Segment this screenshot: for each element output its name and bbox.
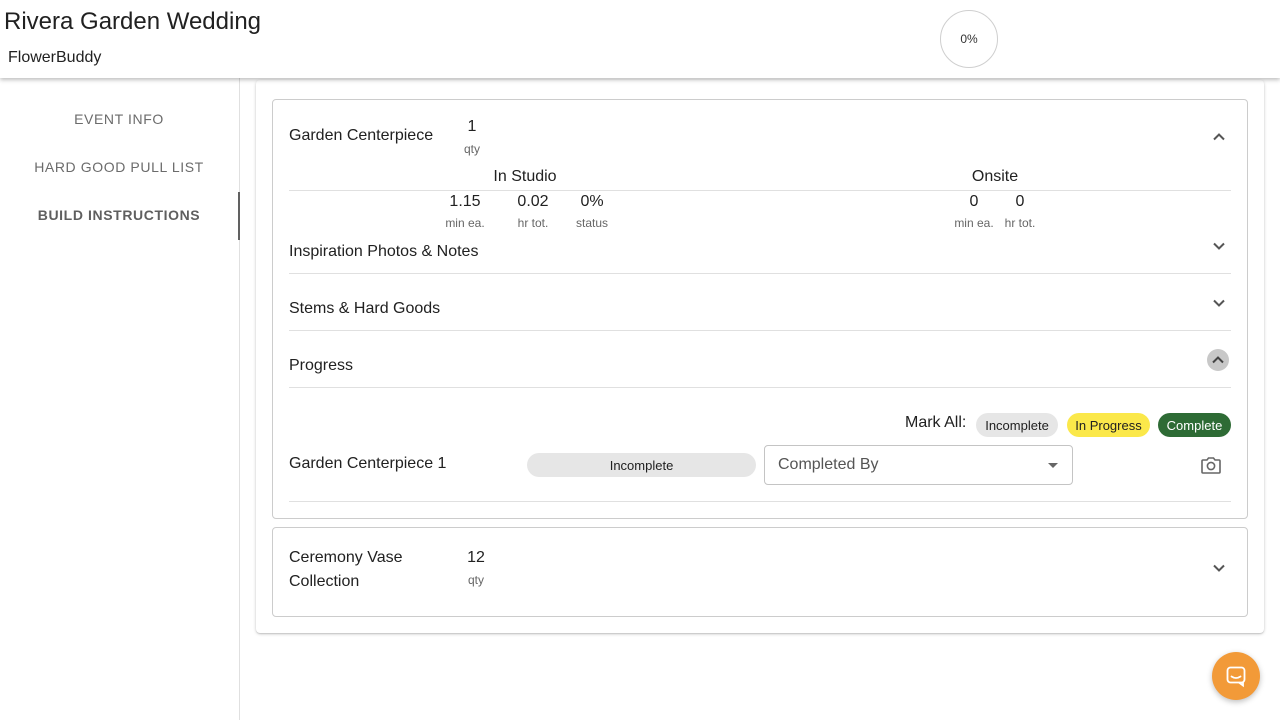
sidebar-item-build-instructions[interactable]: BUILD INSTRUCTIONS: [0, 191, 238, 239]
section-divider: [289, 330, 1231, 331]
progress-item-status-button[interactable]: Incomplete: [527, 453, 756, 477]
camera-icon[interactable]: [1199, 453, 1223, 477]
section-divider: [289, 387, 1231, 388]
chevron-down-icon: [1213, 299, 1225, 307]
overall-progress-value: 0%: [960, 32, 978, 46]
completed-by-placeholder: Completed By: [778, 456, 879, 473]
in-studio-hr-total: 0.02: [517, 193, 549, 210]
sidebar-item-hard-good-pull-list[interactable]: HARD GOOD PULL LIST: [0, 143, 238, 191]
arrangement-qty-label: qty: [463, 142, 480, 156]
chevron-down-icon: [1213, 564, 1225, 572]
chevron-up-icon: [1213, 133, 1225, 141]
chat-icon: [1226, 666, 1246, 688]
expand-arrangement-button[interactable]: [1208, 557, 1230, 579]
in-studio-min-each-label: min ea.: [445, 216, 485, 230]
onsite-min-each-label: min ea.: [954, 216, 994, 230]
section-inspiration-photos-notes[interactable]: Inspiration Photos & Notes: [289, 243, 478, 261]
section-divider: [289, 273, 1231, 274]
in-studio-min-each: 1.15: [449, 193, 481, 210]
chevron-down-icon: [1213, 242, 1225, 250]
collapse-arrangement-button[interactable]: [1208, 126, 1230, 148]
onsite-heading: Onsite: [971, 168, 1019, 185]
app-name: FlowerBuddy: [8, 49, 102, 66]
mark-all-label: Mark All:: [905, 414, 967, 431]
arrangement-qty: 12: [467, 549, 485, 566]
sidebar: EVENT INFO HARD GOOD PULL LIST BUILD INS…: [0, 78, 240, 720]
section-progress[interactable]: Progress: [289, 357, 353, 375]
mark-all-in-progress-button[interactable]: In Progress: [1067, 413, 1150, 437]
expand-inspiration-button[interactable]: [1208, 235, 1230, 257]
arrangement-qty-label: qty: [467, 573, 484, 587]
arrangement-qty: 1: [467, 118, 477, 135]
arrangement-name: Garden Centerpiece: [289, 127, 434, 144]
completed-by-select[interactable]: Completed By: [764, 445, 1073, 485]
in-studio-hr-total-label: hr tot.: [517, 216, 549, 230]
event-title: Rivera Garden Wedding: [4, 8, 262, 35]
in-studio-heading: In Studio: [493, 168, 557, 185]
dropdown-caret-icon: [1048, 463, 1058, 468]
progress-item-name: Garden Centerpiece 1: [289, 455, 447, 472]
time-table-divider: [289, 190, 1231, 191]
sidebar-item-event-info[interactable]: EVENT INFO: [0, 95, 238, 143]
onsite-min-each: 0: [969, 193, 979, 210]
expand-stems-button[interactable]: [1208, 292, 1230, 314]
arrangement-name-line: Ceremony Vase: [289, 549, 403, 566]
mark-all-incomplete-button[interactable]: Incomplete: [976, 413, 1058, 437]
onsite-hr-total-label: hr tot.: [1004, 216, 1036, 230]
chat-launcher-button[interactable]: [1212, 652, 1260, 700]
collapse-progress-button[interactable]: [1207, 349, 1229, 371]
active-tab-indicator: [238, 192, 240, 240]
overall-progress-indicator: 0%: [940, 10, 998, 68]
app-header: Rivera Garden Wedding FlowerBuddy 0%: [0, 0, 1280, 78]
in-studio-status: 0%: [580, 193, 604, 210]
arrangement-name-line: Collection: [289, 573, 360, 590]
in-studio-status-label: status: [575, 216, 608, 230]
chevron-up-icon: [1212, 356, 1224, 364]
arrangement-name: Ceremony Vase Collection: [289, 546, 403, 594]
progress-row-divider: [289, 501, 1231, 502]
mark-all-complete-button[interactable]: Complete: [1158, 413, 1231, 437]
onsite-hr-total: 0: [1015, 193, 1025, 210]
section-stems-hard-goods[interactable]: Stems & Hard Goods: [289, 300, 440, 318]
arrangement-card: [272, 527, 1248, 617]
